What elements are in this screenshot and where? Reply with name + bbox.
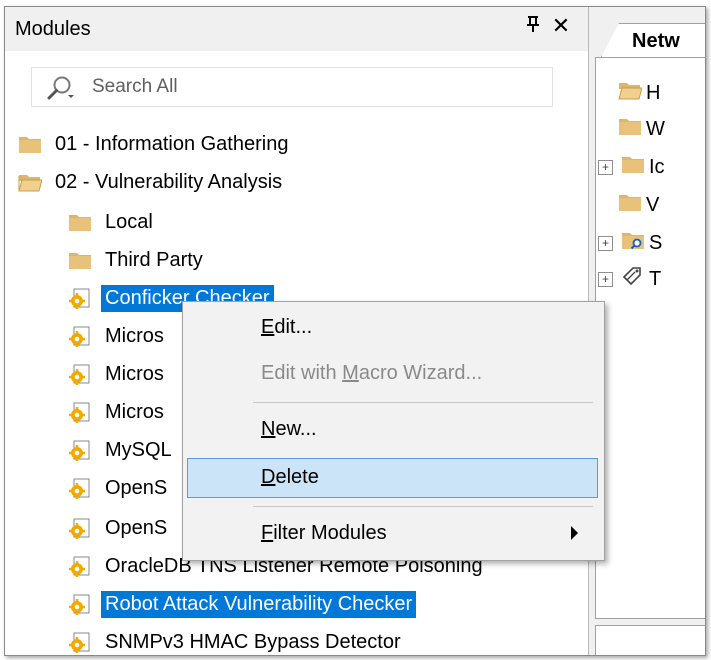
tree-item-label: OpenS: [105, 476, 168, 499]
module-item[interactable]: OpenS: [67, 511, 171, 545]
expand-icon[interactable]: +: [598, 235, 613, 251]
panel-title: Modules: [15, 18, 91, 40]
tab-network[interactable]: Netw: [601, 23, 705, 57]
network-item[interactable]: + S: [598, 228, 662, 258]
folder-search-icon: [621, 230, 645, 256]
module-gear-icon: [67, 286, 93, 310]
tree-item-label: SNMPv3 HMAC Bypass Detector: [105, 630, 401, 653]
module-item[interactable]: SNMPv3 HMAC Bypass Detector: [67, 625, 405, 655]
module-gear-icon: [67, 400, 93, 424]
menu-item-label: New...: [261, 418, 317, 440]
bottom-bar: [595, 625, 705, 655]
search-input[interactable]: [92, 74, 532, 100]
menu-item-edit[interactable]: Edit...: [187, 308, 598, 348]
module-gear-icon: [67, 630, 93, 654]
folder-icon: [67, 210, 93, 234]
network-item[interactable]: + T: [598, 264, 661, 294]
module-gear-icon: [67, 516, 93, 540]
module-item[interactable]: MySQL: [67, 433, 176, 467]
module-gear-icon: [67, 592, 93, 616]
main-window: Modules ✕ 01 - Information: [4, 6, 706, 656]
module-gear-icon: [67, 554, 93, 578]
tree-item-label: Local: [105, 210, 153, 233]
tree-item-label: Robot Attack Vulnerability Checker: [101, 590, 417, 618]
module-gear-icon: [67, 324, 93, 348]
module-item[interactable]: Micros: [67, 395, 168, 429]
tree-item-third-party[interactable]: Third Party: [67, 243, 207, 277]
menu-item-label: Edit with Macro Wizard...: [261, 362, 483, 384]
menu-item-new[interactable]: New...: [187, 410, 598, 450]
tree-item-label: MySQL: [105, 438, 172, 461]
tree-item-label: Micros: [105, 400, 164, 423]
tree-item-information-gathering[interactable]: 01 - Information Gathering: [17, 127, 292, 161]
folder-icon: [67, 248, 93, 272]
module-gear-icon: [67, 438, 93, 462]
menu-separator: [253, 506, 593, 507]
network-item[interactable]: + Ic: [598, 152, 665, 182]
menu-item-edit-macro-wizard[interactable]: Edit with Macro Wizard...: [187, 354, 598, 394]
folder-open-icon: [17, 170, 43, 194]
module-item[interactable]: Micros: [67, 357, 168, 391]
folder-icon: [17, 132, 43, 156]
modules-panel-header: Modules ✕: [5, 7, 588, 51]
tree-item-local[interactable]: Local: [67, 205, 157, 239]
expand-icon[interactable]: +: [598, 159, 613, 175]
module-item[interactable]: Micros: [67, 319, 168, 353]
tree-item-vulnerability-analysis[interactable]: 02 - Vulnerability Analysis: [17, 165, 286, 199]
network-tree: H W + Ic V + S + T: [595, 57, 705, 619]
folder-icon: [618, 192, 642, 218]
menu-item-label: Delete: [261, 466, 319, 488]
tree-item-label: OpenS: [105, 516, 168, 539]
tree-item-label: Micros: [105, 362, 164, 385]
network-pane: Netw H W + Ic V + S + T: [591, 7, 705, 655]
network-item-label: W: [646, 117, 665, 140]
network-item[interactable]: H: [618, 78, 660, 108]
close-icon[interactable]: ✕: [550, 13, 572, 39]
menu-item-filter-modules[interactable]: Filter Modules: [187, 514, 598, 554]
menu-item-delete[interactable]: Delete: [187, 458, 598, 498]
pin-icon[interactable]: [522, 15, 544, 39]
search-icon: [46, 75, 74, 101]
network-item-label: S: [649, 231, 663, 254]
folder-open-icon: [618, 80, 643, 106]
tree-item-label: 02 - Vulnerability Analysis: [55, 170, 283, 193]
folder-icon: [618, 116, 642, 142]
context-menu: Edit... Edit with Macro Wizard... New...…: [182, 301, 605, 561]
tree-item-label: Third Party: [105, 248, 203, 271]
tree-item-label: 01 - Information Gathering: [55, 132, 289, 155]
network-item-label: T: [649, 267, 662, 290]
module-gear-icon: [67, 476, 93, 500]
submenu-arrow-icon: [571, 526, 578, 540]
module-gear-icon: [67, 362, 93, 386]
folder-icon: [621, 154, 645, 180]
menu-item-label: Filter Modules: [261, 522, 387, 544]
network-item-label: V: [646, 193, 660, 216]
network-item[interactable]: V: [618, 190, 659, 220]
tree-item-label: Micros: [105, 324, 164, 347]
expand-icon[interactable]: +: [598, 271, 613, 287]
search-box[interactable]: [31, 67, 553, 107]
module-item-robot-attack[interactable]: Robot Attack Vulnerability Checker: [67, 587, 417, 621]
menu-item-label: Edit...: [261, 316, 313, 338]
tags-icon: [621, 265, 645, 293]
network-item-label: Ic: [649, 155, 665, 178]
network-item[interactable]: W: [618, 114, 665, 144]
menu-separator: [253, 402, 593, 403]
module-item[interactable]: OpenS: [67, 471, 171, 505]
network-item-label: H: [646, 81, 661, 104]
